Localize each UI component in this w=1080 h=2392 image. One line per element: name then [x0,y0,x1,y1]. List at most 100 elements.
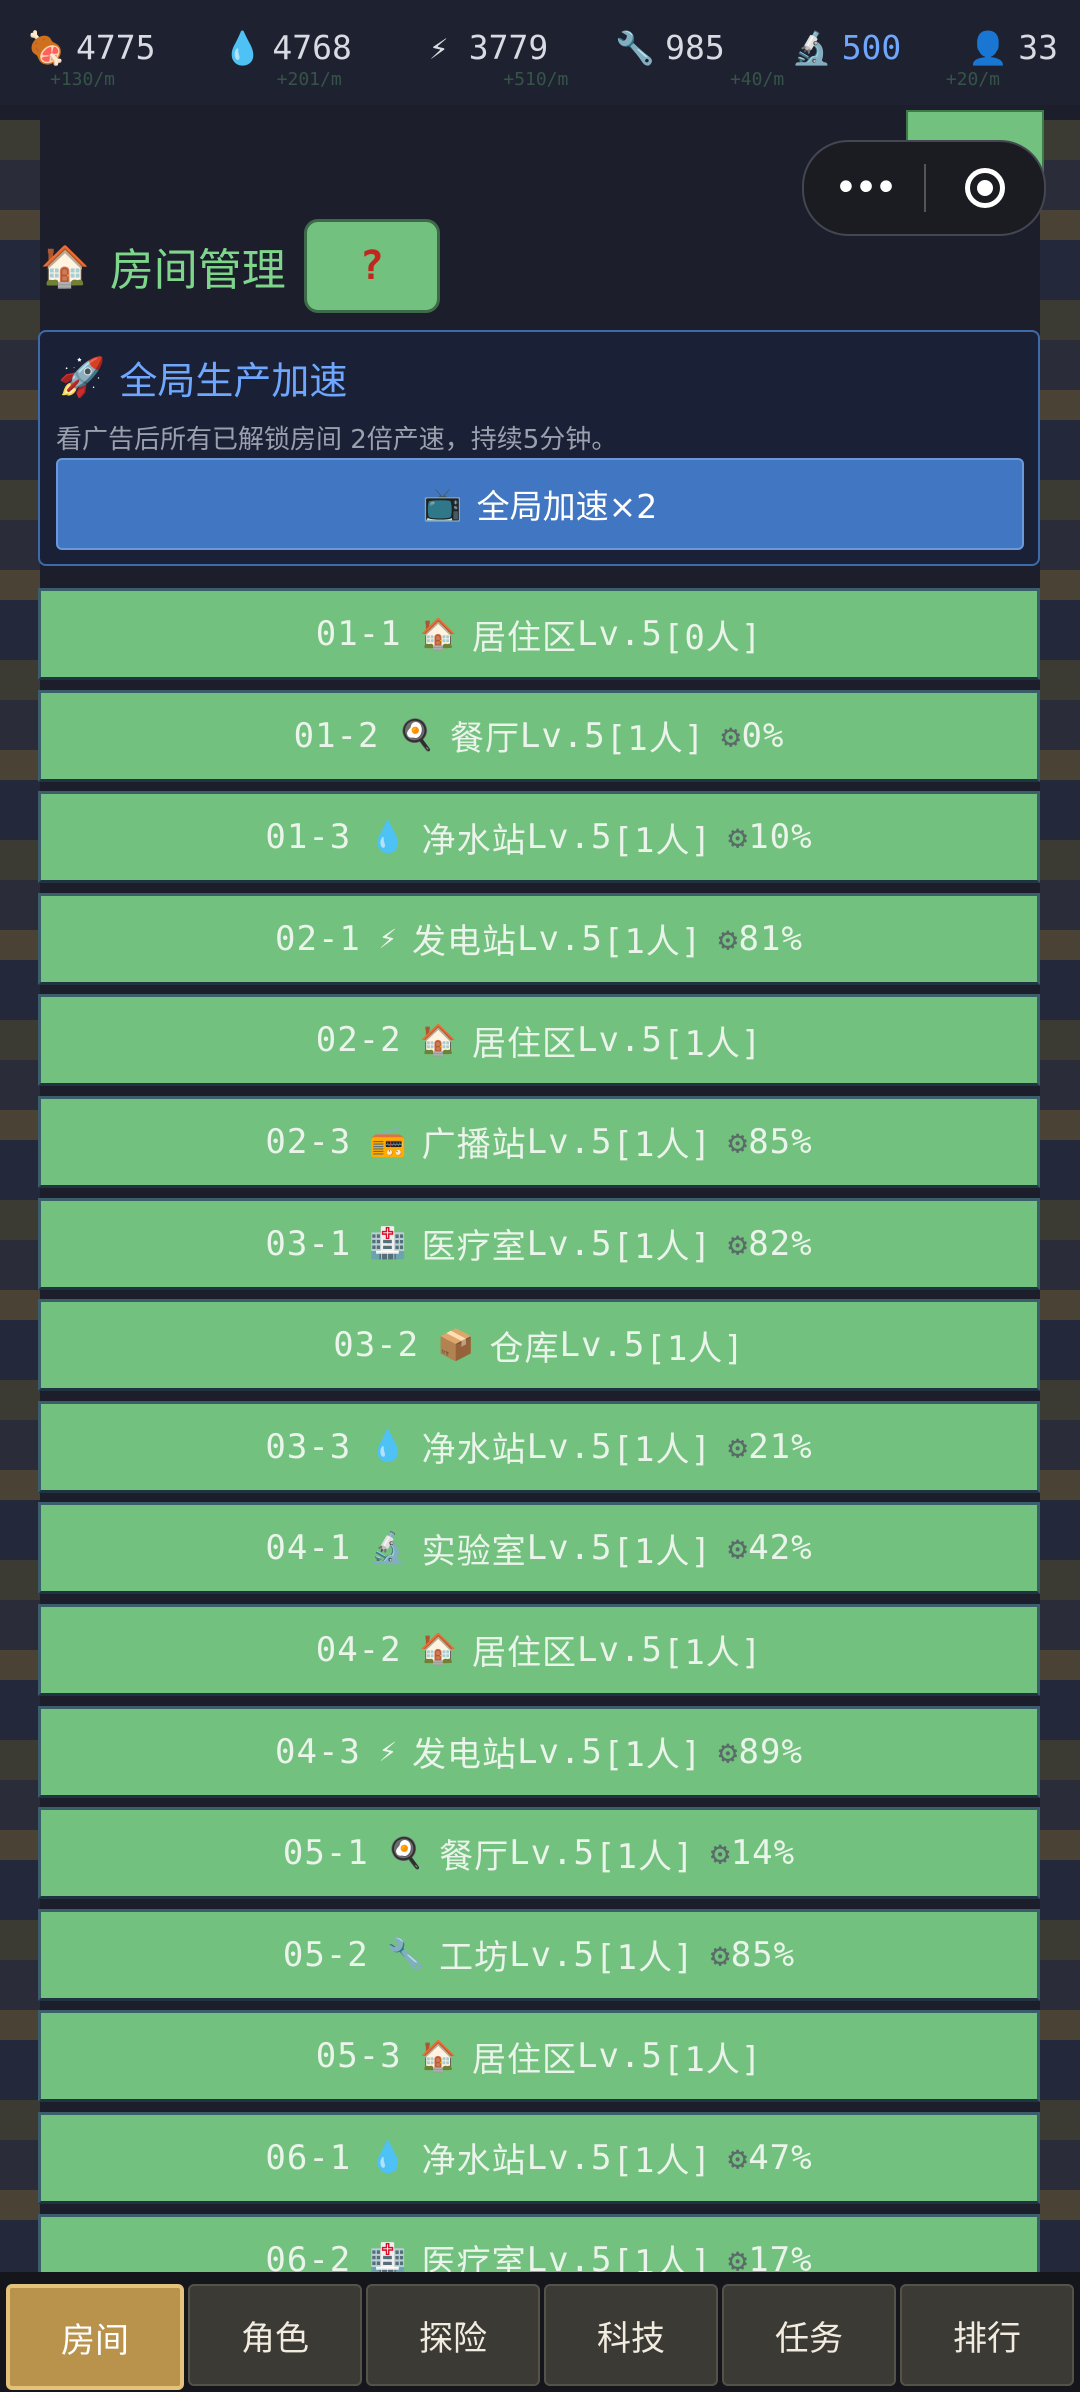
resource-wrench: 🔧 985 [615,28,725,67]
room-level: Lv.5 [576,1629,663,1670]
room-name: 仓库 [489,1328,560,1369]
room-row[interactable]: 01-2 🍳 餐厅 Lv.5 [1人] ⚙ 0% [38,689,1040,782]
room-name: 发电站 [411,1735,517,1776]
room-level: Lv.5 [516,918,603,959]
room-name: 净水站 [421,820,527,861]
room-name: 居住区 [471,2039,577,2080]
room-row[interactable]: 05-1 🍳 餐厅 Lv.5 [1人] ⚙ 14% [38,1807,1040,1900]
background-edge-right [1040,120,1080,2272]
room-level: Lv.5 [526,2239,613,2277]
room-name: 医疗室 [421,1227,527,1268]
global-boost-button[interactable]: 📺 全局加速×2 [56,458,1024,550]
room-type-icon: 🍳 [397,718,436,754]
gear-icon: ⚙ [718,1732,739,1771]
room-id: 06-1 [265,2137,352,2178]
resource-value: 500 [841,28,902,67]
room-name: 净水站 [421,2141,527,2182]
room-id: 01-1 [315,614,402,654]
room-name: 工坊 [439,1938,510,1979]
microscope-icon: 🔬 [791,28,832,67]
resource-people: 👤 33 [968,28,1058,67]
room-type-icon: 💧 [369,1429,408,1465]
resource-power: ⚡ 3779 [419,28,548,67]
resource-value: 3779 [468,28,549,67]
tab-2[interactable]: 探险 [366,2284,540,2386]
tab-5[interactable]: 排行 [900,2284,1074,2386]
resource-bar: 🍖 4775 💧 4768 ⚡ 3779 🔧 985 🔬 500 👤 33 +130/m +201/m +… [0,0,1080,105]
room-level: Lv.5 [526,1121,613,1162]
room-row[interactable]: 01-3 💧 净水站 Lv.5 [1人] ⚙ 10% [38,791,1040,884]
room-type-icon: 📻 [369,1124,408,1160]
room-row[interactable]: 04-2 🏠 居住区 Lv.5 [1人] [38,1603,1040,1696]
room-row[interactable]: 03-2 📦 仓库 Lv.5 [1人] [38,1299,1040,1392]
room-row[interactable]: 02-3 📻 广播站 Lv.5 [1人] ⚙ 85% [38,1095,1040,1188]
room-level: Lv.5 [576,614,663,654]
room-row[interactable]: 04-1 🔬 实验室 Lv.5 [1人] ⚙ 42% [38,1502,1040,1595]
room-row[interactable]: 03-3 💧 净水站 Lv.5 [1人] ⚙ 21% [38,1400,1040,1493]
gear-icon: ⚙ [718,919,739,958]
room-type-icon: 💧 [369,2140,408,2176]
exit-button[interactable] [926,168,1044,208]
room-name: 实验室 [421,1531,527,1572]
room-people: [1人] [612,1531,712,1572]
room-row[interactable]: 05-3 🏠 居住区 Lv.5 [1人] [38,2010,1040,2103]
resource-rate: +510/m [503,69,569,90]
room-id: 01-3 [265,817,352,858]
room-id: 06-2 [265,2239,352,2277]
room-name: 医疗室 [421,2243,527,2276]
room-progress: 0% [741,715,785,756]
gear-icon: ⚙ [727,2138,749,2177]
room-row[interactable]: 03-1 🏥 医疗室 Lv.5 [1人] ⚙ 82% [38,1197,1040,1290]
rocket-icon: 🚀 [58,355,106,399]
room-type-icon: 🏥 [369,1226,408,1262]
room-row[interactable]: 02-1 ⚡ 发电站 Lv.5 [1人] ⚙ 81% [38,892,1040,985]
room-row[interactable]: 06-2 🏥 医疗室 Lv.5 [1人] ⚙ 17% [38,2213,1040,2277]
resource-meat: 🍖 4775 [26,28,155,67]
room-people: [1人] [595,1836,695,1877]
room-row[interactable]: 01-1 🏠 居住区 Lv.5 [0人] [38,588,1040,680]
resource-rate: +201/m [276,69,342,90]
resource-rate: +130/m [50,69,116,90]
room-id: 03-2 [333,1325,420,1366]
room-list: 01-1 🏠 居住区 Lv.5 [0人] 01-2 🍳 餐厅 Lv.5 [1人] ⚙ 0% 01… [38,588,1040,2276]
room-level: Lv.5 [526,1223,613,1264]
room-id: 02-1 [275,918,361,959]
room-row[interactable]: 05-2 🔧 工坊 Lv.5 [1人] ⚙ 85% [38,1908,1040,2001]
room-people: [1人] [612,1227,712,1268]
room-people: [1人] [602,1735,703,1776]
tab-3[interactable]: 科技 [544,2284,718,2386]
room-level: Lv.5 [516,1731,603,1772]
room-progress: 82% [748,1223,813,1264]
room-row[interactable]: 02-2 🏠 居住区 Lv.5 [1人] [38,994,1040,1087]
room-progress: 21% [748,1426,813,1467]
room-people: [0人] [662,617,763,658]
room-people: [1人] [612,1430,712,1471]
room-type-icon: 🏠 [419,616,458,652]
room-progress: 14% [730,1833,796,1874]
tab-4[interactable]: 任务 [722,2284,896,2386]
room-progress: 81% [738,918,803,959]
room-name: 广播站 [421,1125,527,1166]
tab-1[interactable]: 角色 [188,2284,362,2386]
room-level: Lv.5 [509,1934,596,1975]
room-progress: 47% [748,2137,813,2178]
room-id: 03-3 [265,1426,352,1467]
tv-icon: 📺 [422,485,463,523]
room-id: 05-1 [282,1833,369,1874]
water-icon: 💧 [222,28,263,67]
power-icon: ⚡ [429,28,449,67]
room-row[interactable]: 04-3 ⚡ 发电站 Lv.5 [1人] ⚙ 89% [38,1705,1040,1798]
gear-icon: ⚙ [710,1935,731,1974]
room-row[interactable]: 06-1 💧 净水站 Lv.5 [1人] ⚙ 47% [38,2111,1040,2204]
page-header: 🏠 房间管理 ? [40,219,440,313]
more-icon[interactable]: ••• [804,165,924,211]
tab-0[interactable]: 房间 [6,2284,184,2390]
room-type-icon: 🍳 [386,1835,426,1871]
room-level: Lv.5 [519,715,606,756]
room-type-icon: ⚡ [378,921,398,957]
room-name: 餐厅 [439,1836,510,1877]
help-button[interactable]: ? [303,219,440,313]
room-type-icon: 🏥 [369,2242,408,2276]
room-name: 居住区 [471,1633,577,1674]
gear-icon: ⚙ [727,1427,749,1466]
